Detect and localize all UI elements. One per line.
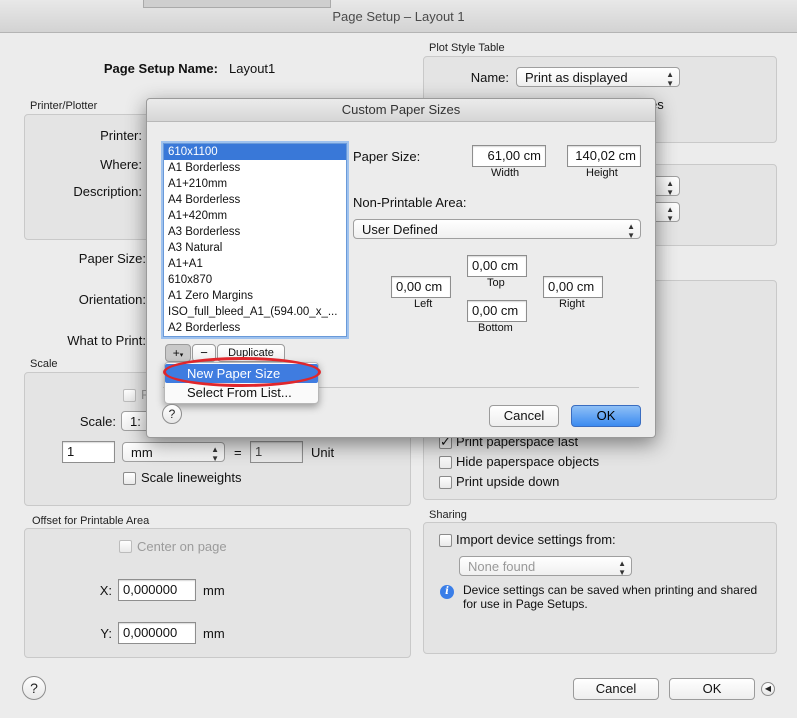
plus-icon: + [172,346,180,360]
import-source-value: None found [468,559,536,574]
sharing-group-label: Sharing [429,509,467,521]
popup-arrows-icon: ▲ ▼ [666,205,674,223]
fit-to-paper-checkbox[interactable] [123,389,136,402]
custom-cancel-button[interactable]: Cancel [489,405,559,427]
offset-x-label: X: [99,583,112,598]
bottom-margin-field[interactable]: 0,00 cm [467,300,527,322]
plot-style-name-popup[interactable]: Print as displayed ▲ ▼ [516,67,680,88]
description-label: Description: [73,184,142,199]
left-margin-field[interactable]: 0,00 cm [391,276,451,298]
offset-y-label: Y: [100,626,112,641]
highlight-oval [163,357,321,387]
scale-lineweights-checkbox[interactable] [123,472,136,485]
scale-units-popup[interactable]: mm ▲ ▼ [122,442,225,463]
ok-button[interactable]: OK [669,678,755,700]
popup-arrows-icon: ▲ ▼ [211,445,219,463]
offset-y-field[interactable]: 0,000000 [118,622,196,644]
popup-arrows-icon: ▲ ▼ [666,179,674,197]
import-source-popup[interactable]: None found ▲ ▼ [459,556,632,577]
import-settings-label: Import device settings from: [456,532,616,547]
custom-paper-size-label: Paper Size: [353,149,421,164]
width-field[interactable]: 61,00 cm [472,145,546,167]
scale-unit-label: Unit [311,445,335,460]
offset-x-unit: mm [203,583,225,598]
non-printable-area-value: User Defined [362,222,438,237]
list-item[interactable]: 610x1100 [164,144,346,160]
list-item[interactable]: A1+420mm [164,208,346,224]
scale-group-label: Scale [30,358,58,370]
chevron-down-icon: ▾ [179,352,184,359]
page-setup-name-label: Page Setup Name: [103,61,218,76]
custom-help-button[interactable]: ? [162,404,182,424]
background-tab [143,0,331,8]
list-item[interactable]: A1+A1 [164,256,346,272]
popup-arrows-icon: ▲ ▼ [627,222,635,240]
scale-value1-field[interactable]: 1 [62,441,115,463]
orientation-label: Orientation: [78,292,146,307]
print-upside-down-checkbox[interactable] [439,476,452,489]
width-label: Width [491,167,520,179]
scale-lineweights-label: Scale lineweights [141,470,242,485]
list-item[interactable]: ISO_full_bleed_A1_(594.00_x_... [164,304,346,320]
top-margin-label: Top [487,277,505,289]
where-label: Where: [100,157,142,172]
info-icon: i [440,585,454,599]
window-title: Page Setup – Layout 1 [332,9,465,24]
paper-size-list[interactable]: 610x1100 A1 Borderless A1+210mm A4 Borde… [163,143,347,337]
printer-plotter-group-label: Printer/Plotter [30,100,98,112]
custom-paper-sizes-dialog: Custom Paper Sizes 610x1100 A1 Borderles… [146,98,656,438]
import-settings-checkbox[interactable] [439,534,452,547]
custom-ok-button[interactable]: OK [571,405,641,427]
list-item[interactable]: A3 Natural [164,240,346,256]
disclosure-arrow-icon[interactable]: ◀ [761,682,775,696]
sharing-info-line1: Device settings can be saved when printi… [463,583,758,597]
scale-value2-field[interactable]: 1 [250,441,303,463]
right-margin-label: Right [559,298,585,310]
height-field[interactable]: 140,02 cm [567,145,641,167]
window-titlebar: Page Setup – Layout 1 [0,0,797,33]
list-item[interactable]: A1 Borderless [164,160,346,176]
help-button[interactable]: ? [22,676,46,700]
list-item[interactable]: A1+210mm [164,176,346,192]
scale-equals-label: = [234,445,242,460]
offset-x-field[interactable]: 0,000000 [118,579,196,601]
list-item[interactable]: A1 Zero Margins [164,288,346,304]
non-printable-area-label: Non-Printable Area: [353,195,467,210]
center-on-page-checkbox[interactable] [119,540,132,553]
top-margin-field[interactable]: 0,00 cm [467,255,527,277]
scale-label: Scale: [79,414,116,429]
list-item[interactable]: A2 Borderless [164,320,346,336]
plot-style-group-label: Plot Style Table [429,42,505,54]
left-margin-label: Left [414,298,433,310]
hide-paperspace-objects-checkbox[interactable] [439,456,452,469]
plot-style-name-value: Print as displayed [525,70,628,85]
print-upside-down-label: Print upside down [456,474,560,489]
list-item[interactable]: A3 Borderless [164,224,346,240]
bottom-margin-label: Bottom [478,322,513,334]
sharing-info-line2: for use in Page Setups. [463,597,588,611]
popup-arrows-icon: ▲ ▼ [666,70,674,88]
list-item[interactable]: 610x870 [164,272,346,288]
cancel-button[interactable]: Cancel [573,678,659,700]
list-item[interactable]: A4 Borderless [164,192,346,208]
scale-popup-value: 1: [130,414,141,429]
right-margin-field[interactable]: 0,00 cm [543,276,603,298]
offset-group-label: Offset for Printable Area [32,515,150,527]
offset-y-unit: mm [203,626,225,641]
page-setup-name-value: Layout1 [229,61,276,76]
add-paper-size-button[interactable]: +▾ [165,344,191,362]
plot-style-name-label: Name: [470,70,509,85]
what-to-print-label: What to Print: [67,333,146,348]
non-printable-area-popup[interactable]: User Defined ▲ ▼ [353,219,641,240]
center-on-page-label: Center on page [137,539,227,554]
hide-paperspace-objects-label: Hide paperspace objects [456,454,600,469]
printer-label: Printer: [100,128,142,143]
scale-units-value: mm [131,445,153,460]
popup-arrows-icon: ▲ ▼ [618,559,626,577]
custom-paper-sizes-title: Custom Paper Sizes [147,99,655,122]
paper-size-label: Paper Size: [78,251,146,266]
height-label: Height [586,167,618,179]
